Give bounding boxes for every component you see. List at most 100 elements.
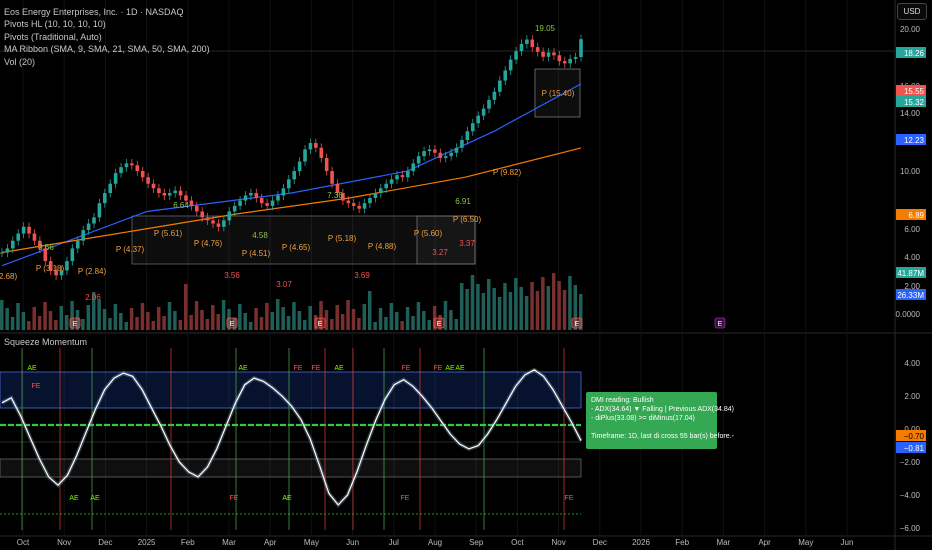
candle-body (86, 223, 91, 231)
squeeze-marker: AE (445, 365, 455, 372)
price-badge-value: 18.26 (904, 49, 925, 58)
squeeze-marker: AE (282, 495, 292, 502)
candle-body (389, 179, 394, 184)
candle-body (178, 190, 183, 196)
candle-body (173, 190, 177, 194)
candle-body (487, 99, 491, 109)
pivot-high-label: 7.36 (327, 191, 343, 200)
candle-body (292, 171, 297, 180)
candle-body (146, 177, 150, 184)
pivot-high-label: 19.05 (535, 24, 556, 33)
candle-body (249, 193, 253, 196)
candle-body (368, 197, 372, 204)
volume-bar (335, 305, 339, 330)
currency-button[interactable]: USD (897, 3, 927, 20)
pivot-label: P (4.65) (282, 243, 311, 252)
volume-bar (297, 311, 302, 330)
squeeze-marker: FE (230, 495, 239, 502)
pivot-label: P (15.40) (542, 89, 575, 98)
volume-bar (281, 307, 285, 330)
pivot-label: P (3.18) (36, 264, 65, 273)
time-tick-label: Feb (181, 538, 195, 547)
squeeze-marker: AE (69, 495, 79, 502)
volume-bar (162, 316, 166, 330)
candle-body (205, 217, 210, 221)
volume-bar (308, 306, 312, 330)
candle-body (0, 252, 4, 254)
volume-bar (416, 302, 421, 330)
volume-bar (465, 289, 469, 330)
candle-body (465, 131, 470, 140)
candle-body (433, 149, 437, 153)
volume-bar (503, 283, 507, 330)
candle-body (21, 226, 26, 234)
volume-bar (21, 312, 26, 330)
volume-bar (487, 279, 491, 330)
volume-bar (27, 321, 31, 330)
oscillator-tick-label: 2.00 (904, 392, 920, 401)
pivot-label: 2.68) (0, 272, 17, 281)
candle-body (65, 261, 69, 271)
pivot-label: P (6.50) (453, 215, 482, 224)
volume-bar (546, 286, 551, 330)
volume-bar (395, 312, 399, 330)
candle-body (579, 39, 583, 58)
volume-bar (124, 322, 128, 330)
candle-body (346, 200, 351, 204)
volume-bar (211, 305, 215, 330)
pivot-high-label: 4.58 (252, 231, 268, 240)
oscillator-tick-label: 4.00 (904, 359, 920, 368)
symbol-title[interactable]: Eos Energy Enterprises, Inc. · 1D · NASD… (4, 6, 210, 18)
candle-body (135, 165, 140, 172)
candle-body (119, 167, 123, 174)
volume-bar (519, 287, 523, 330)
volume-bar (373, 322, 377, 330)
volume-bar (481, 293, 486, 330)
candle-body (70, 248, 75, 262)
volume-bar (357, 318, 361, 330)
volume-bar (43, 302, 47, 330)
volume-bar (400, 321, 404, 330)
volume-bar (389, 303, 394, 330)
volume-bar (156, 307, 161, 330)
volume-bar (551, 273, 556, 330)
volume-bar (384, 317, 388, 330)
time-tick-label: May (798, 538, 813, 547)
volume-bar (108, 318, 112, 330)
price-tick-label: 4.00 (904, 253, 920, 262)
volume-bar (238, 304, 242, 330)
indicator-volume[interactable]: Vol (20) (4, 56, 210, 68)
candle-body (427, 149, 432, 152)
pivot-low-label: 3.56 (224, 271, 240, 280)
indicator-pivots-traditional[interactable]: Pivots (Traditional, Auto) (4, 31, 210, 43)
squeeze-marker: FE (312, 365, 321, 372)
volume-bar (135, 317, 139, 330)
volume-bar (562, 290, 567, 330)
volume-bar (146, 312, 150, 330)
squeeze-marker: AE (455, 365, 465, 372)
volume-bar (64, 315, 69, 330)
time-tick-label: Aug (428, 538, 442, 547)
candle-body (314, 143, 318, 148)
time-tick-label: Nov (57, 538, 71, 547)
volume-bar (492, 288, 496, 330)
squeeze-marker: FE (402, 365, 411, 372)
pivot-high-label: 3.66 (38, 243, 54, 252)
time-tick-label: Oct (17, 538, 30, 547)
indicator-ma-ribbon[interactable]: MA Ribbon (SMA, 9, SMA, 21, SMA, 50, SMA… (4, 43, 210, 55)
price-badge-value: 26.33M (897, 291, 924, 300)
indicator-pivots-hl[interactable]: Pivots HL (10, 10, 10, 10) (4, 18, 210, 30)
volume-bar (514, 278, 518, 330)
earnings-marker-label: E (718, 321, 723, 328)
candle-body (525, 39, 529, 44)
volume-bar (524, 296, 529, 330)
volume-bar (151, 321, 156, 330)
candle-body (422, 151, 426, 157)
candle-body (546, 52, 551, 57)
candle-body (303, 149, 307, 162)
candle-body (270, 200, 275, 206)
squeeze-momentum-title[interactable]: Squeeze Momentum (4, 337, 87, 347)
candle-body (108, 183, 113, 194)
price-tick-label: 10.00 (900, 167, 921, 176)
chart-canvas[interactable]: 3.66 6.64 4.58 7.36 6.91 19.05 2.06 3.56 3.07 3.6… (0, 0, 932, 550)
